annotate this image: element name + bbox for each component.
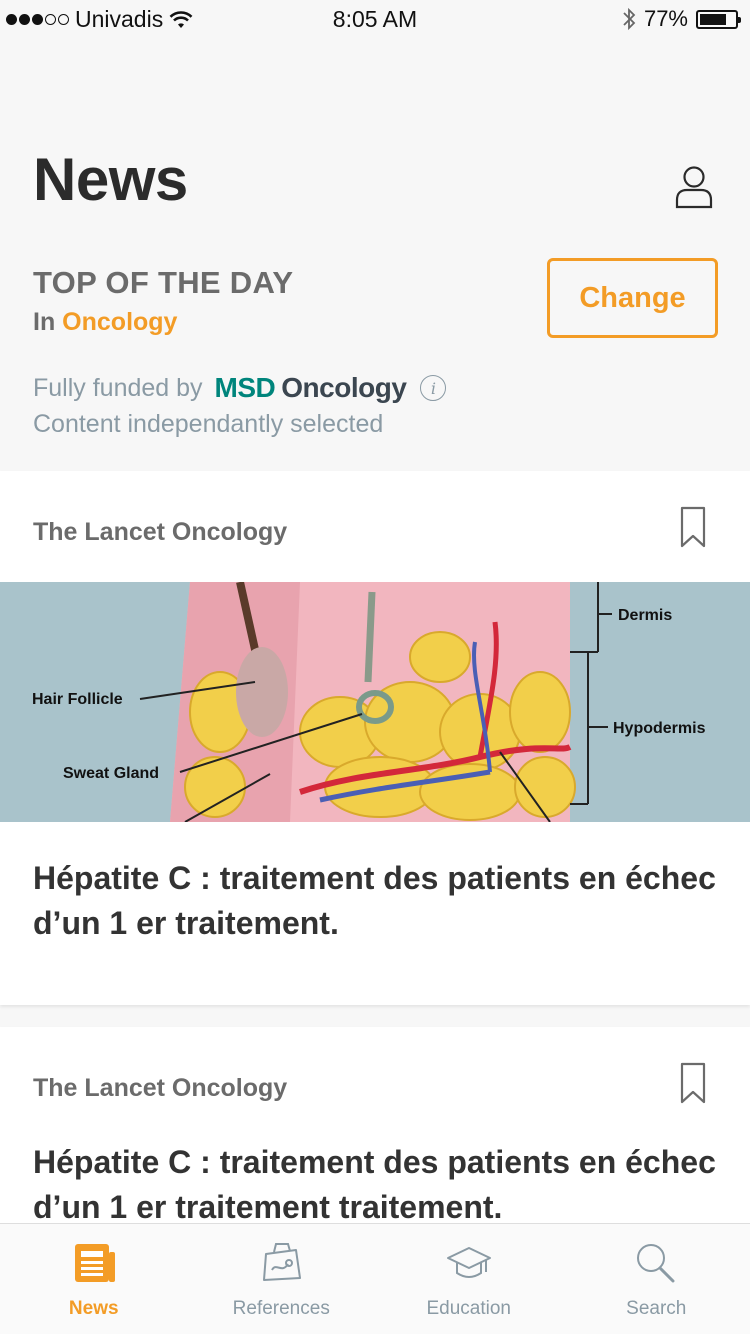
article-headline[interactable]: Hépatite C : traitement des patients en … <box>33 1140 723 1230</box>
specialty-name: Oncology <box>62 308 178 336</box>
content-note: Content independantly selected <box>33 410 384 438</box>
top-of-day-heading: TOP OF THE DAY <box>33 265 294 300</box>
article-headline[interactable]: Hépatite C : traitement des patients en … <box>33 856 723 946</box>
newspaper-icon <box>74 1244 115 1282</box>
status-right: 77% <box>622 6 741 32</box>
tab-search[interactable]: Search <box>563 1224 750 1334</box>
tab-label: Education <box>426 1298 511 1319</box>
specialty-prefix: In <box>33 308 56 336</box>
tab-bar: News References Education Search <box>0 1223 750 1334</box>
search-icon <box>637 1244 675 1283</box>
specialty-line: In Oncology <box>33 308 177 337</box>
battery-icon <box>696 9 741 29</box>
label-hypodermis: Hypodermis <box>613 720 706 737</box>
profile-icon[interactable] <box>674 165 714 209</box>
tab-references[interactable]: References <box>188 1224 376 1334</box>
article-source: The Lancet Oncology <box>33 1074 288 1102</box>
article-card[interactable]: The Lancet Oncology Dermis Hair Follicle… <box>0 471 750 1005</box>
bookmark-icon[interactable] <box>680 506 706 548</box>
msd-logo-text: MSD <box>214 372 276 403</box>
bluetooth-icon <box>623 7 636 31</box>
graduation-cap-icon <box>446 1247 491 1278</box>
bookmark-icon[interactable] <box>680 1062 706 1104</box>
page-title: News <box>33 146 188 213</box>
tab-label: References <box>232 1298 330 1319</box>
label-dermis: Dermis <box>618 607 672 624</box>
tab-label: Search <box>626 1298 687 1319</box>
battery-percent: 77% <box>643 6 688 31</box>
status-bar: Univadis 8:05 AM 77% <box>0 0 750 40</box>
tab-education[interactable]: Education <box>375 1224 563 1334</box>
funded-by-label: Fully funded by <box>33 373 203 402</box>
tab-label: News <box>68 1298 119 1319</box>
article-image: Dermis Hair Follicle Hypodermis Sweat Gl… <box>0 582 750 822</box>
article-source: The Lancet Oncology <box>33 518 288 546</box>
label-sweat-gland: Sweat Gland <box>63 765 159 782</box>
oncology-logo-text: Oncology <box>281 372 407 403</box>
info-icon[interactable]: i <box>420 375 447 401</box>
sponsor-line: Fully funded by MSD Oncology i <box>33 372 447 404</box>
change-specialty-button[interactable]: Change <box>547 258 718 338</box>
article-card[interactable]: The Lancet Oncology Hépatite C : traitem… <box>0 1027 750 1227</box>
label-hair-follicle: Hair Follicle <box>32 691 123 708</box>
references-icon <box>263 1243 302 1281</box>
tab-news[interactable]: News <box>0 1224 188 1334</box>
